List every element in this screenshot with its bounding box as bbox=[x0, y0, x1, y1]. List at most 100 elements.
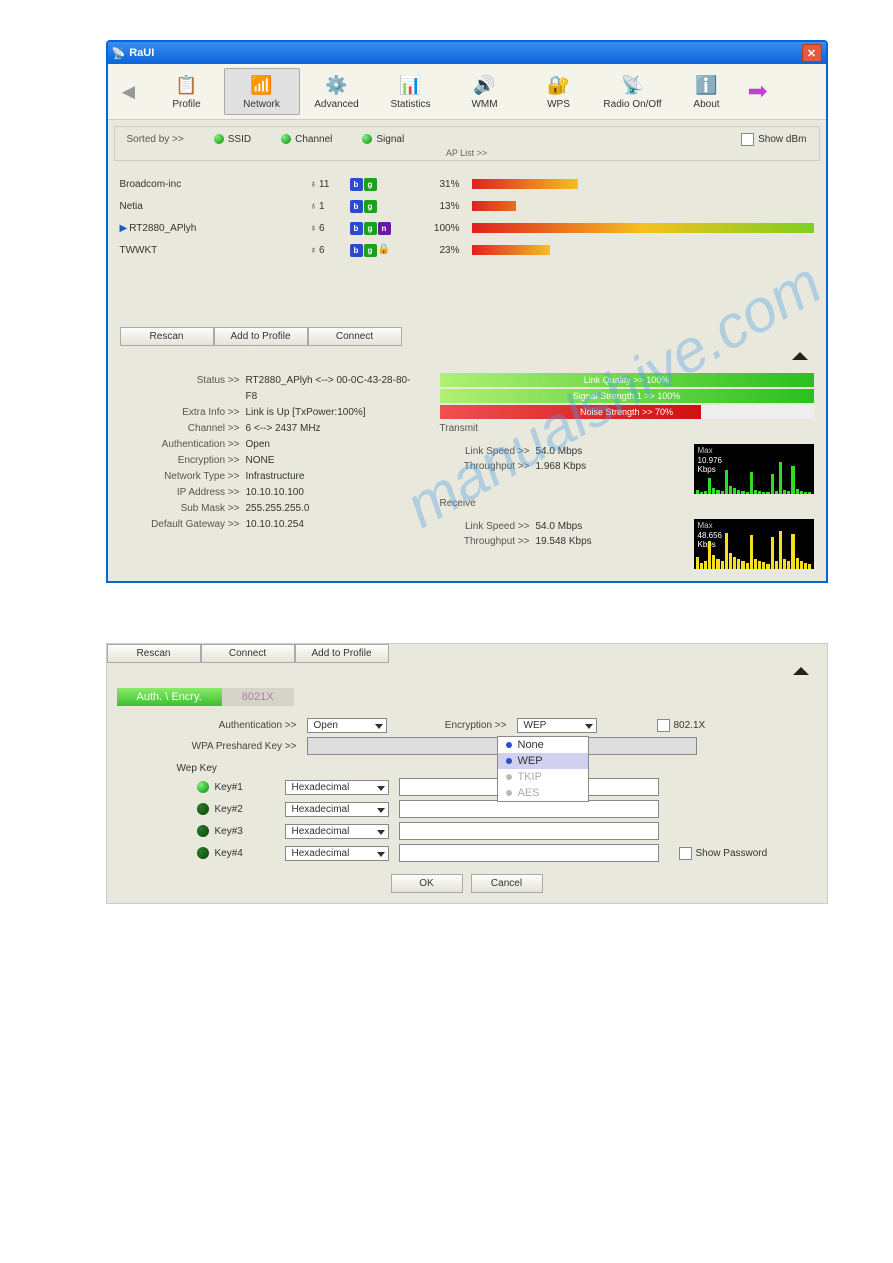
rx-graph: Max 48.656 Kbps bbox=[694, 519, 814, 569]
key-radio-icon[interactable] bbox=[197, 825, 209, 837]
encryption-select[interactable]: WEP bbox=[517, 718, 597, 733]
rx-linkspeed-label: Link Speed >> bbox=[440, 519, 536, 534]
authentication-select[interactable]: Open bbox=[307, 718, 387, 733]
advanced-icon: ⚙️ bbox=[302, 73, 372, 97]
back-arrow-icon[interactable]: ◄ bbox=[114, 79, 150, 105]
status-row: IP Address >>10.10.10.100 bbox=[120, 485, 420, 501]
option-tkip[interactable]: TKIP bbox=[498, 769, 588, 785]
tab-radio[interactable]: 📡Radio On/Off bbox=[596, 69, 670, 114]
show-dbm-checkbox[interactable]: Show dBm bbox=[741, 133, 806, 146]
status-row: Extra Info >>Link is Up [TxPower:100%] bbox=[120, 405, 420, 421]
link-quality-bar: Link Quality >> 100% bbox=[440, 373, 814, 387]
raui-window: 📡 RaUI ✕ ◄ 📋Profile 📶Network ⚙️Advanced … bbox=[106, 40, 828, 583]
network-row[interactable]: Broadcom-inc ♁11 bg 31% bbox=[120, 173, 814, 195]
option-wep[interactable]: WEP bbox=[498, 753, 588, 769]
collapse-toggle-2[interactable] bbox=[107, 663, 827, 688]
network-row[interactable]: ▶RT2880_APlyh ♁6 bgn 100% bbox=[120, 217, 814, 239]
add-to-profile-button[interactable]: Add to Profile bbox=[214, 327, 308, 346]
tab-8021x[interactable]: 8021X bbox=[222, 688, 294, 706]
network-icon: 📶 bbox=[227, 73, 297, 97]
tab-wmm[interactable]: 🔊WMM bbox=[448, 69, 522, 114]
status-info: Status >>RT2880_APlyh <--> 00-0C-43-28-8… bbox=[120, 373, 420, 569]
key-input[interactable] bbox=[399, 800, 659, 818]
about-icon: ℹ️ bbox=[672, 73, 742, 97]
collapse-toggle[interactable] bbox=[108, 352, 826, 365]
network-list: Broadcom-inc ♁11 bg 31% Netia ♁1 bg 13% … bbox=[108, 167, 826, 261]
tab-network[interactable]: 📶Network bbox=[224, 68, 300, 115]
sort-channel[interactable]: Channel bbox=[281, 134, 332, 145]
radio-dot-icon bbox=[214, 134, 224, 144]
triangle-up-icon bbox=[793, 667, 809, 675]
sort-panel: Sorted by >> SSID Channel Signal Show dB… bbox=[114, 126, 820, 161]
button-row-2: Rescan Connect Add to Profile bbox=[107, 644, 827, 663]
rx-throughput-value: 19.548 Kbps bbox=[536, 534, 592, 549]
connect-button[interactable]: Connect bbox=[308, 327, 402, 346]
encryption-dropdown[interactable]: None WEP TKIP AES bbox=[497, 736, 589, 802]
profile-icon: 📋 bbox=[152, 73, 222, 97]
sort-signal[interactable]: Signal bbox=[362, 134, 404, 145]
option-aes[interactable]: AES bbox=[498, 785, 588, 801]
tx-linkspeed-label: Link Speed >> bbox=[440, 444, 536, 459]
rescan-button[interactable]: Rescan bbox=[120, 327, 214, 346]
titlebar[interactable]: 📡 RaUI ✕ bbox=[108, 42, 826, 64]
wep-key-row: Key#3 Hexadecimal bbox=[137, 822, 797, 840]
ap-list-label: AP List >> bbox=[127, 148, 807, 158]
forward-arrow-icon[interactable]: ➡ bbox=[744, 77, 780, 106]
wep-key-row: Key#2 Hexadecimal bbox=[137, 800, 797, 818]
wep-key-row: Key#1 Hexadecimal bbox=[137, 778, 797, 796]
key-format-select[interactable]: Hexadecimal bbox=[285, 846, 389, 861]
rx-throughput-label: Throughput >> bbox=[440, 534, 536, 549]
tab-wps[interactable]: 🔐WPS bbox=[522, 69, 596, 114]
status-row: Default Gateway >>10.10.10.254 bbox=[120, 517, 420, 533]
add-to-profile-button-2[interactable]: Add to Profile bbox=[295, 644, 389, 663]
status-row: Channel >>6 <--> 2437 MHz bbox=[120, 421, 420, 437]
sort-ssid[interactable]: SSID bbox=[214, 134, 251, 145]
transmit-label: Transmit bbox=[440, 423, 814, 434]
key-format-select[interactable]: Hexadecimal bbox=[285, 824, 389, 839]
key-input[interactable] bbox=[399, 822, 659, 840]
window-title: RaUI bbox=[125, 47, 801, 59]
key-label: Key#1 bbox=[215, 782, 285, 793]
wpa-key-label: WPA Preshared Key >> bbox=[137, 741, 307, 752]
radio-icon: 📡 bbox=[598, 73, 668, 97]
key-radio-icon[interactable] bbox=[197, 781, 209, 793]
8021x-checkbox[interactable]: 802.1X bbox=[657, 719, 706, 732]
tx-linkspeed-value: 54.0 Mbps bbox=[536, 444, 583, 459]
details-panel: Status >>RT2880_APlyh <--> 00-0C-43-28-8… bbox=[108, 365, 826, 581]
wps-icon: 🔐 bbox=[524, 73, 594, 97]
key-label: Key#2 bbox=[215, 804, 285, 815]
network-row[interactable]: TWWKT ♁6 bg🔒 23% bbox=[120, 239, 814, 261]
tab-auth-encry[interactable]: Auth. \ Encry. bbox=[117, 688, 222, 706]
tx-throughput-label: Throughput >> bbox=[440, 459, 536, 474]
wep-key-row: Key#4 Hexadecimal Show Password bbox=[137, 844, 797, 862]
tab-profile[interactable]: 📋Profile bbox=[150, 69, 224, 114]
status-row: Authentication >>Open bbox=[120, 437, 420, 453]
key-label: Key#3 bbox=[215, 826, 285, 837]
tab-advanced[interactable]: ⚙️Advanced bbox=[300, 69, 374, 114]
key-input[interactable] bbox=[399, 844, 659, 862]
auth-tabs: Auth. \ Encry. 8021X bbox=[117, 688, 817, 706]
status-row: Network Type >>Infrastructure bbox=[120, 469, 420, 485]
app-icon: 📡 bbox=[112, 47, 126, 60]
auth-panel: Rescan Connect Add to Profile Auth. \ En… bbox=[106, 643, 828, 904]
wmm-icon: 🔊 bbox=[450, 73, 520, 97]
network-row[interactable]: Netia ♁1 bg 13% bbox=[120, 195, 814, 217]
show-password-checkbox[interactable]: Show Password bbox=[679, 847, 768, 860]
key-format-select[interactable]: Hexadecimal bbox=[285, 802, 389, 817]
cancel-button[interactable]: Cancel bbox=[471, 874, 543, 893]
option-none[interactable]: None bbox=[498, 737, 588, 753]
wep-key-label: Wep Key bbox=[177, 763, 797, 774]
rescan-button-2[interactable]: Rescan bbox=[107, 644, 201, 663]
connect-button-2[interactable]: Connect bbox=[201, 644, 295, 663]
statistics-icon: 📊 bbox=[376, 73, 446, 97]
tab-about[interactable]: ℹ️About bbox=[670, 69, 744, 114]
radio-dot-icon bbox=[362, 134, 372, 144]
button-row: Rescan Add to Profile Connect bbox=[120, 327, 814, 346]
key-format-select[interactable]: Hexadecimal bbox=[285, 780, 389, 795]
key-radio-icon[interactable] bbox=[197, 847, 209, 859]
encryption-label: Encryption >> bbox=[387, 720, 517, 731]
close-button[interactable]: ✕ bbox=[802, 44, 822, 62]
tab-statistics[interactable]: 📊Statistics bbox=[374, 69, 448, 114]
ok-button[interactable]: OK bbox=[391, 874, 463, 893]
key-radio-icon[interactable] bbox=[197, 803, 209, 815]
